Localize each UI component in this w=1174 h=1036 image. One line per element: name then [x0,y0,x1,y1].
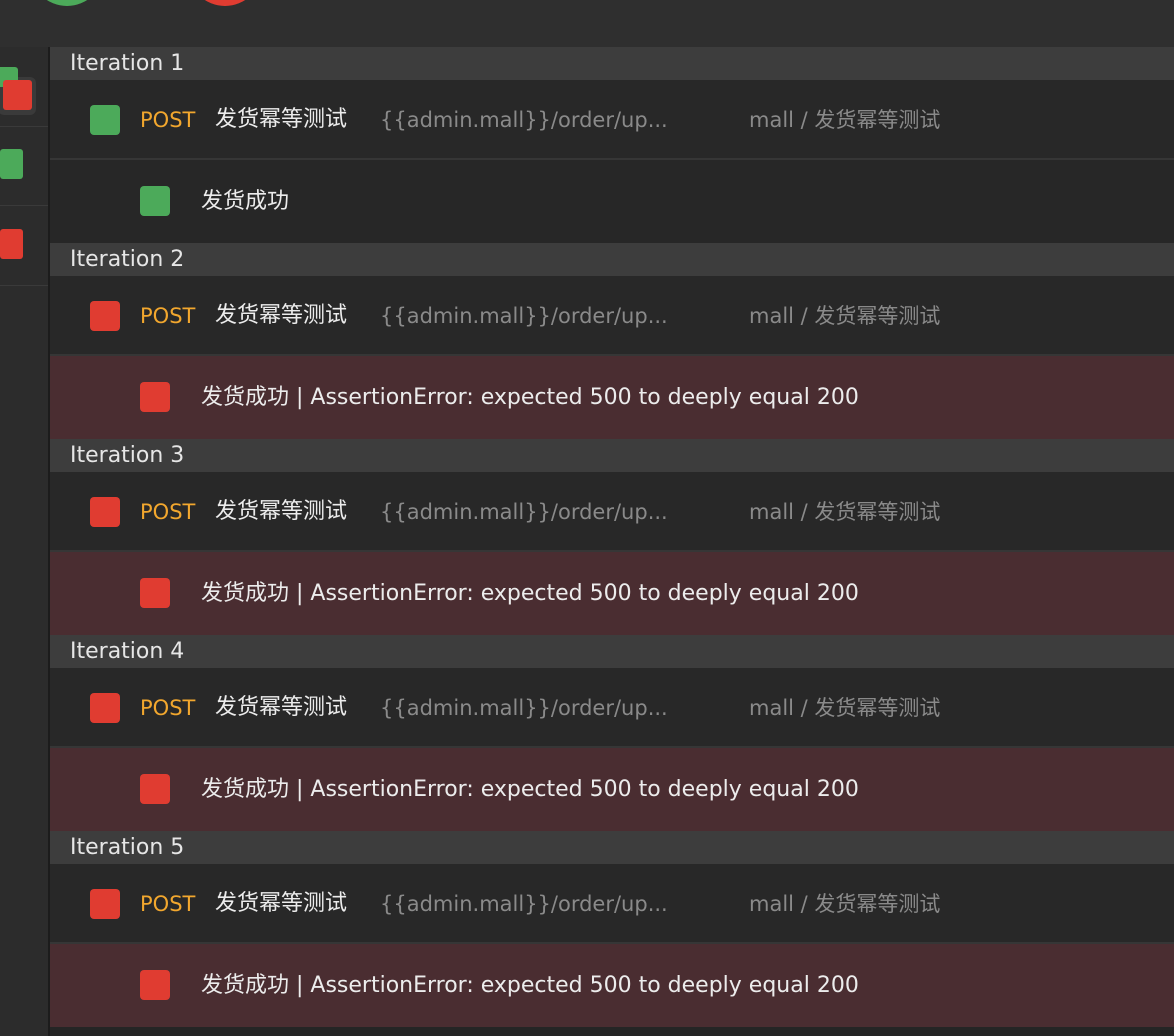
run-list-item[interactable] [0,47,48,127]
request-status-icon [90,105,120,135]
assertion-row[interactable]: 发货成功 | AssertionError: expected 500 to d… [50,356,1174,439]
request-row[interactable]: POST 发货幂等测试 {{admin.mall}}/order/up... mall… [50,864,1174,944]
request-name: 发货幂等测试 [215,695,348,720]
assertion-text: 发货成功 | AssertionError: expected 500 to d… [201,777,859,802]
request-status-icon [90,497,120,527]
iteration-header: Iteration 5 [50,831,1174,864]
iteration-header: Iteration 2 [50,243,1174,276]
run-list [0,47,48,1036]
request-collection-path: mall / 发货幂等测试 [749,304,941,328]
iteration-header: Iteration 4 [50,635,1174,668]
request-method: POST [140,500,196,524]
assertion-row[interactable]: 发货成功 | AssertionError: expected 500 to d… [50,552,1174,635]
iteration-header: Iteration 1 [50,47,1174,80]
request-row[interactable]: POST 发货幂等测试 {{admin.mall}}/order/up... mall… [50,80,1174,160]
assertion-text: 发货成功 | AssertionError: expected 500 to d… [201,973,859,998]
assertion-row[interactable]: 发货成功 | AssertionError: expected 500 to d… [50,944,1174,1027]
passed-count-circle [30,0,104,6]
request-status-icon [90,693,120,723]
assertion-row[interactable]: 发货成功 [50,160,1174,243]
iteration-header: Iteration 3 [50,439,1174,472]
results-panel: Iteration 1 POST 发货幂等测试 {{admin.mall}}/orde… [50,47,1174,1036]
request-status-icon [90,301,120,331]
request-collection-path: mall / 发货幂等测试 [749,696,941,720]
request-url: {{admin.mall}}/order/up... [380,500,668,524]
request-collection-path: mall / 发货幂等测试 [749,108,941,132]
assertion-status-icon [140,578,170,608]
request-method: POST [140,696,196,720]
failed-count-circle [188,0,262,6]
request-name: 发货幂等测试 [215,303,348,328]
request-row[interactable]: POST 发货幂等测试 {{admin.mall}}/order/up... mall… [50,276,1174,356]
status-square-fail [3,80,32,110]
assertion-status-icon [140,382,170,412]
assertion-text: 发货成功 [201,189,290,214]
request-row[interactable]: POST 发货幂等测试 {{admin.mall}}/order/up... mall… [50,668,1174,748]
request-name: 发货幂等测试 [215,107,348,132]
request-method: POST [140,892,196,916]
assertion-status-icon [140,774,170,804]
request-url: {{admin.mall}}/order/up... [380,696,668,720]
request-row[interactable]: POST 发货幂等测试 {{admin.mall}}/order/up... mall… [50,472,1174,552]
request-url: {{admin.mall}}/order/up... [380,108,668,132]
request-status-icon [90,889,120,919]
summary-header [0,0,1174,47]
request-url: {{admin.mall}}/order/up... [380,892,668,916]
assertion-row[interactable]: 发货成功 | AssertionError: expected 500 to d… [50,748,1174,831]
assertion-status-icon [140,970,170,1000]
run-list-item[interactable] [0,126,48,206]
assertion-status-icon [140,186,170,216]
request-url: {{admin.mall}}/order/up... [380,304,668,328]
request-name: 发货幂等测试 [215,891,348,916]
request-name: 发货幂等测试 [215,499,348,524]
status-square-fail [0,229,23,259]
request-method: POST [140,304,196,328]
request-collection-path: mall / 发货幂等测试 [749,500,941,524]
request-collection-path: mall / 发货幂等测试 [749,892,941,916]
run-list-item[interactable] [0,206,48,286]
request-method: POST [140,108,196,132]
assertion-text: 发货成功 | AssertionError: expected 500 to d… [201,581,859,606]
status-square-pass [0,149,23,179]
assertion-text: 发货成功 | AssertionError: expected 500 to d… [201,385,859,410]
